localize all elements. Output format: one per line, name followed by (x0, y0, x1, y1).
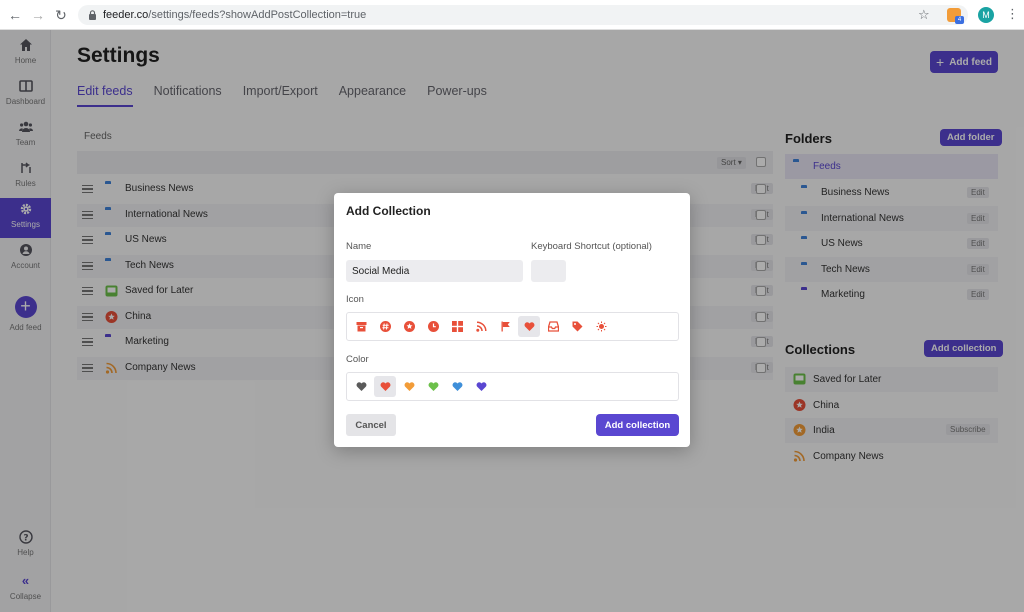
rss-icon[interactable] (470, 316, 492, 337)
grid-icon[interactable] (446, 316, 468, 337)
color-label: Color (346, 354, 369, 365)
url-path: /settings/feeds?showAddPostCollection=tr… (148, 9, 367, 21)
color-swatch-orange[interactable] (398, 376, 420, 397)
inbox-icon[interactable] (542, 316, 564, 337)
more-menu-icon[interactable]: ⋮ (1006, 6, 1019, 22)
cancel-button[interactable]: Cancel (346, 414, 396, 436)
lock-icon (89, 10, 96, 20)
color-swatch-green[interactable] (422, 376, 444, 397)
name-label: Name (346, 241, 372, 252)
forward-icon[interactable]: → (27, 4, 49, 26)
lightbulb-icon[interactable] (590, 316, 612, 337)
clock-icon[interactable] (422, 316, 444, 337)
color-swatch-blue[interactable] (446, 376, 468, 397)
icon-picker (346, 312, 679, 341)
bookmark-star-icon[interactable]: ☆ (918, 7, 930, 23)
hashtag-icon[interactable] (374, 316, 396, 337)
back-icon[interactable]: ← (4, 4, 26, 26)
color-swatch-gray[interactable] (350, 376, 372, 397)
add-collection-dialog: Add Collection Name Keyboard Shortcut (o… (334, 193, 690, 447)
dialog-title: Add Collection (346, 204, 431, 218)
profile-avatar[interactable]: M (978, 7, 994, 23)
heart-icon[interactable] (518, 316, 540, 337)
color-swatch-purple[interactable] (470, 376, 492, 397)
collection-name-input[interactable] (346, 260, 523, 282)
extension-badge: 4 (955, 16, 964, 24)
flag-icon[interactable] (494, 316, 516, 337)
star-icon[interactable] (398, 316, 420, 337)
reload-icon[interactable]: ↻ (50, 4, 72, 26)
tag-icon[interactable] (566, 316, 588, 337)
color-swatch-red[interactable] (374, 376, 396, 397)
url-text: feeder.co/settings/feeds?showAddPostColl… (103, 9, 366, 21)
archive-icon[interactable] (350, 316, 372, 337)
browser-toolbar: ← → ↻ feeder.co/settings/feeds?showAddPo… (0, 0, 1024, 30)
add-collection-button[interactable]: Add collection (596, 414, 679, 436)
address-bar[interactable]: feeder.co/settings/feeds?showAddPostColl… (78, 5, 968, 25)
url-host: feeder.co (103, 9, 149, 21)
shortcut-label: Keyboard Shortcut (optional) (531, 241, 652, 252)
icon-label: Icon (346, 294, 364, 305)
keyboard-shortcut-input[interactable] (531, 260, 566, 282)
color-picker (346, 372, 679, 401)
